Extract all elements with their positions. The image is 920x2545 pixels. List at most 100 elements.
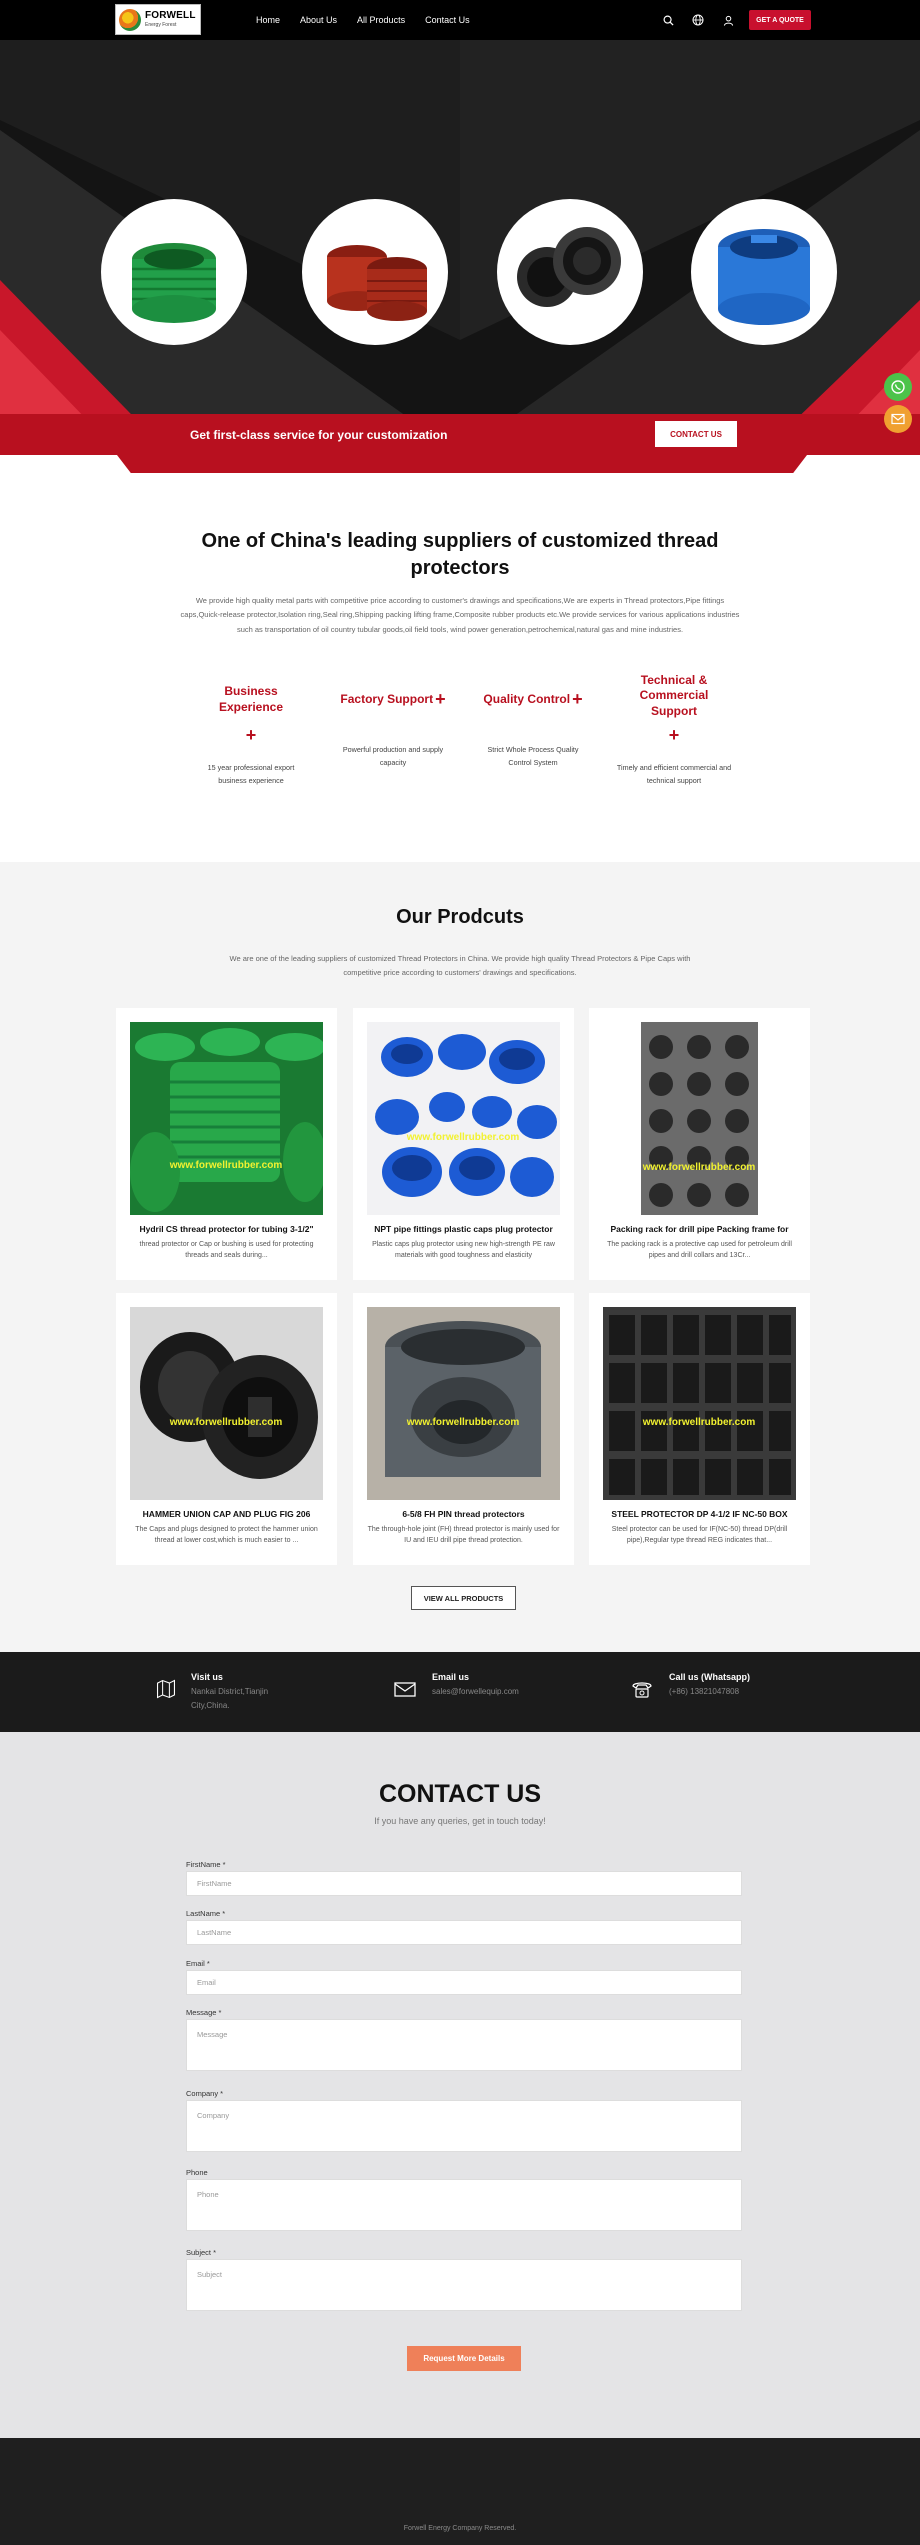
whatsapp-icon bbox=[891, 380, 905, 394]
get-a-quote-button[interactable]: GET A QUOTE bbox=[749, 10, 811, 30]
cta-contact-us-button[interactable]: CONTACT US bbox=[655, 421, 737, 447]
product-watermark: www.forwellrubber.com bbox=[406, 1417, 520, 1428]
feature-text: Timely and efficient commercial and tech… bbox=[616, 763, 732, 785]
firstname-field[interactable]: FirstName bbox=[186, 1871, 742, 1896]
page: FORWELL Energy Forest Home About Us All … bbox=[0, 0, 920, 2545]
subject-field[interactable]: Subject bbox=[186, 2259, 742, 2311]
firstname-label: FirstName * bbox=[186, 1860, 226, 1869]
info-visit-address: Nankai District,Tianjin City,China. bbox=[191, 1687, 269, 1710]
product-title[interactable]: 6-5/8 FH PIN thread protectors bbox=[359, 1509, 568, 1519]
product-watermark: www.forwellrubber.com bbox=[642, 1417, 756, 1428]
firstname-placeholder: FirstName bbox=[197, 1879, 232, 1888]
logo-name: FORWELL bbox=[145, 10, 196, 21]
info-email-label: Email us bbox=[432, 1672, 470, 1682]
hero-product-red bbox=[302, 199, 448, 345]
feature-business-experience: Business Experience + 15 year profession… bbox=[193, 676, 309, 788]
product-desc: Plastic caps plug protector using new hi… bbox=[372, 1241, 555, 1259]
nav-home[interactable]: Home bbox=[256, 15, 280, 25]
contact-info-bar: Visit us Nankai District,Tianjin City,Ch… bbox=[0, 1652, 920, 1732]
product-desc: thread protector or Cap or bushing is us… bbox=[139, 1241, 314, 1259]
product-card[interactable]: www.forwellrubber.com 6-5/8 FH PIN threa… bbox=[353, 1293, 574, 1565]
product-watermark: www.forwellrubber.com bbox=[169, 1160, 283, 1171]
plus-icon: + bbox=[572, 689, 583, 710]
hero-banner bbox=[0, 40, 920, 454]
logo-mark-icon bbox=[119, 8, 141, 31]
cta-bar-tab bbox=[117, 455, 807, 473]
product-card[interactable]: www.forwellrubber.com HAMMER UNION CAP A… bbox=[116, 1293, 337, 1565]
plus-icon: + bbox=[668, 725, 680, 745]
map-icon bbox=[156, 1679, 176, 1699]
phone-field[interactable]: Phone bbox=[186, 2179, 742, 2231]
globe-icon[interactable] bbox=[690, 12, 706, 28]
message-field[interactable]: Message bbox=[186, 2019, 742, 2071]
phone-placeholder: Phone bbox=[197, 2190, 219, 2199]
envelope-icon bbox=[891, 413, 905, 425]
info-call-number[interactable]: (+86) 13821047808 bbox=[669, 1685, 750, 1699]
feature-title: Quality Control bbox=[483, 692, 571, 707]
view-all-products-button[interactable]: VIEW ALL PRODUCTS bbox=[411, 1586, 516, 1610]
plus-icon: + bbox=[245, 725, 257, 745]
product-image[interactable]: www.forwellrubber.com bbox=[367, 1022, 560, 1215]
product-card[interactable]: www.forwellrubber.com STEEL PROTECTOR DP… bbox=[589, 1293, 810, 1565]
product-image[interactable]: www.forwellrubber.com bbox=[130, 1307, 323, 1500]
message-label: Message * bbox=[186, 2008, 222, 2017]
user-icon[interactable] bbox=[720, 12, 736, 28]
lastname-label: LastName * bbox=[186, 1909, 226, 1918]
subject-placeholder: Subject bbox=[197, 2270, 223, 2279]
product-title[interactable]: STEEL PROTECTOR DP 4-1/2 IF NC-50 BOX bbox=[595, 1509, 804, 1519]
product-desc: The Caps and plugs designed to protect t… bbox=[135, 1526, 318, 1544]
search-icon[interactable] bbox=[660, 12, 676, 28]
feature-text: Powerful production and supply capacity bbox=[342, 745, 444, 767]
footer-copyright: Forwell Energy Company Reserved. bbox=[403, 2525, 517, 2532]
product-watermark: www.forwellrubber.com bbox=[406, 1132, 520, 1143]
feature-title: Technical & Commercial Support bbox=[639, 672, 709, 718]
nav-contact-us[interactable]: Contact Us bbox=[425, 15, 470, 25]
product-image[interactable]: www.forwellrubber.com bbox=[367, 1307, 560, 1500]
product-card[interactable]: www.forwellrubber.com Packing rack for d… bbox=[589, 1008, 810, 1280]
product-title[interactable]: NPT pipe fittings plastic caps plug prot… bbox=[359, 1224, 568, 1234]
email-field[interactable]: Email bbox=[186, 1970, 742, 1995]
company-field[interactable]: Company bbox=[186, 2100, 742, 2152]
product-title[interactable]: Hydril CS thread protector for tubing 3-… bbox=[122, 1224, 331, 1234]
feature-title: Business Experience bbox=[218, 684, 284, 714]
email-placeholder: Email bbox=[197, 1978, 216, 1987]
feature-factory-support: Factory Support + Powerful production an… bbox=[335, 676, 451, 770]
product-desc: The through-hole joint (FH) thread prote… bbox=[367, 1526, 560, 1544]
product-desc: Steel protector can be used for IF(NC-50… bbox=[611, 1526, 788, 1544]
about-text: We provide high quality metal parts with… bbox=[180, 596, 740, 634]
info-call-label: Call us (Whatsapp) bbox=[669, 1672, 751, 1682]
feature-technical-commercial-support: Technical & Commercial Support + Timely … bbox=[616, 673, 732, 788]
about-title: One of China's leading suppliers of cust… bbox=[201, 530, 719, 579]
company-placeholder: Company bbox=[197, 2111, 230, 2120]
feature-text: Strict Whole Process Quality Control Sys… bbox=[487, 745, 579, 767]
feature-quality-control: Quality Control + Strict Whole Process Q… bbox=[475, 676, 591, 770]
lastname-field[interactable]: LastName bbox=[186, 1920, 742, 1945]
product-title[interactable]: Packing rack for drill pipe Packing fram… bbox=[595, 1224, 804, 1234]
site-logo[interactable]: FORWELL Energy Forest bbox=[115, 4, 201, 35]
product-card[interactable]: www.forwellrubber.com Hydril CS thread p… bbox=[116, 1008, 337, 1280]
phone-icon bbox=[632, 1682, 652, 1698]
product-image[interactable]: www.forwellrubber.com bbox=[603, 1307, 796, 1500]
whatsapp-float-button[interactable] bbox=[884, 373, 912, 401]
cta-bar-text: Get first-class service for your customi… bbox=[190, 428, 448, 442]
plus-icon: + bbox=[435, 689, 446, 710]
email-float-button[interactable] bbox=[884, 405, 912, 433]
product-title[interactable]: HAMMER UNION CAP AND PLUG FIG 206 bbox=[122, 1509, 331, 1519]
product-image[interactable]: www.forwellrubber.com bbox=[603, 1022, 796, 1215]
request-details-button[interactable]: Request More Details bbox=[407, 2346, 521, 2371]
feature-title: Factory Support bbox=[340, 692, 434, 707]
logo-tagline: Energy Forest bbox=[145, 22, 177, 28]
info-email-address[interactable]: sales@forwellequip.com bbox=[432, 1685, 519, 1699]
contact-section: CONTACT US If you have any queries, get … bbox=[0, 1732, 920, 2438]
nav-all-products[interactable]: All Products bbox=[357, 15, 405, 25]
subject-label: Subject * bbox=[186, 2248, 217, 2257]
product-card[interactable]: www.forwellrubber.com NPT pipe fittings … bbox=[353, 1008, 574, 1280]
nav-about-us[interactable]: About Us bbox=[300, 15, 337, 25]
product-desc: The packing rack is a protective cap use… bbox=[607, 1241, 792, 1259]
product-image[interactable]: www.forwellrubber.com bbox=[130, 1022, 323, 1215]
envelope-icon bbox=[394, 1682, 416, 1697]
contact-subtitle: If you have any queries, get in touch to… bbox=[374, 1816, 546, 1826]
products-title: Our Prodcuts bbox=[396, 906, 524, 928]
info-visit-label: Visit us bbox=[191, 1672, 223, 1682]
lastname-placeholder: LastName bbox=[197, 1928, 232, 1937]
